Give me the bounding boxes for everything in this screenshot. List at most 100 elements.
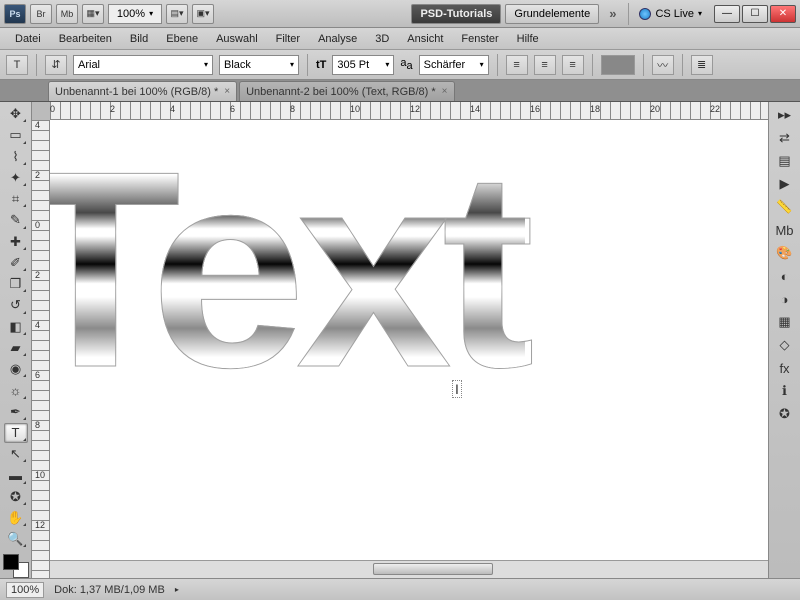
tool-type[interactable]: T (4, 423, 28, 443)
menu-ebene[interactable]: Ebene (157, 30, 207, 48)
character-panel-icon[interactable]: ≣ (691, 55, 713, 75)
color-swatches[interactable] (3, 554, 29, 578)
warp-text-icon[interactable]: 〰 (652, 55, 674, 75)
tool-dodge[interactable]: ☼ (4, 380, 28, 400)
ruler-tick: 22 (710, 104, 720, 114)
document-tab[interactable]: Unbenannt-2 bei 100% (Text, RGB/8) *× (239, 81, 454, 101)
panel-ruler-icon[interactable]: 📏 (773, 196, 797, 218)
ruler-tick: 6 (230, 104, 235, 114)
window-maximize-button[interactable]: ☐ (742, 5, 768, 23)
menu-filter[interactable]: Filter (267, 30, 309, 48)
panel-info-icon[interactable]: ℹ (773, 380, 797, 402)
align-center-icon[interactable]: ≡ (534, 55, 556, 75)
tool-eyedropper[interactable]: ✎ (4, 210, 28, 230)
tool-blur[interactable]: ◉ (4, 359, 28, 379)
panel-swap-icon[interactable]: ⇄ (773, 127, 797, 149)
workspace-more-icon[interactable]: » (603, 6, 622, 21)
menu-fenster[interactable]: Fenster (452, 30, 507, 48)
arrange-icon[interactable]: ▤▾ (166, 4, 188, 24)
menu-hilfe[interactable]: Hilfe (508, 30, 548, 48)
font-size-dropdown[interactable]: 305 Pt▾ (332, 55, 394, 75)
panel-mb-icon[interactable]: Mb (773, 219, 797, 241)
panel-play-icon[interactable]: ▶ (773, 173, 797, 195)
menu-ansicht[interactable]: Ansicht (398, 30, 452, 48)
zoom-level-dropdown[interactable]: 100% (108, 4, 162, 24)
ruler-tick: 4 (170, 104, 175, 114)
panel-mask-icon[interactable]: ◑ (773, 288, 797, 310)
tool-hand[interactable]: ✋ (4, 508, 28, 528)
application-bar: Ps Br Mb ▦▾ 100% ▤▾ ▣▾ PSD-Tutorials Gru… (0, 0, 800, 28)
status-zoom[interactable]: 100% (6, 582, 44, 598)
foreground-swatch[interactable] (3, 554, 19, 570)
document-tab[interactable]: Unbenannt-1 bei 100% (RGB/8) *× (48, 81, 237, 101)
view-extras-icon[interactable]: ▦▾ (82, 4, 104, 24)
cs-live-label: CS Live (655, 8, 694, 20)
cs-live-button[interactable]: CS Live ▾ (635, 8, 706, 20)
minibridge-icon[interactable]: Mb (56, 4, 78, 24)
panel-paths-icon[interactable]: ◇ (773, 334, 797, 356)
window-minimize-button[interactable]: ― (714, 5, 740, 23)
workspace-grundelemente[interactable]: Grundelemente (505, 4, 599, 24)
menu-auswahl[interactable]: Auswahl (207, 30, 267, 48)
menu-bar: DateiBearbeitenBildEbeneAuswahlFilterAna… (0, 28, 800, 50)
tool-stamp[interactable]: ❐ (4, 274, 28, 294)
menu-datei[interactable]: Datei (6, 30, 50, 48)
panel-layers-icon[interactable]: ▤ (773, 150, 797, 172)
tool-brush[interactable]: ✐ (4, 253, 28, 273)
tool-path[interactable]: ↖ (4, 444, 28, 464)
ruler-tick: 8 (35, 420, 40, 430)
menu-bearbeiten[interactable]: Bearbeiten (50, 30, 121, 48)
tool-3d[interactable]: ✪ (4, 487, 28, 507)
workspace-psd-tutorials[interactable]: PSD-Tutorials (411, 4, 501, 24)
status-doc-size[interactable]: Dok: 1,37 MB/1,09 MB (54, 584, 165, 596)
panel-channels-icon[interactable]: ▦ (773, 311, 797, 333)
font-style-dropdown[interactable]: Black▾ (219, 55, 299, 75)
antialias-dropdown[interactable]: Schärfer▾ (419, 55, 489, 75)
window-close-button[interactable]: ✕ (770, 5, 796, 23)
text-cursor-icon: I (452, 380, 462, 398)
expand-panels-icon[interactable]: ▸▸ (773, 104, 797, 126)
tab-close-icon[interactable]: × (224, 86, 230, 97)
document-canvas[interactable]: Text I (50, 120, 768, 560)
tool-wand[interactable]: ✦ (4, 168, 28, 188)
document-tab-strip: Unbenannt-1 bei 100% (RGB/8) *×Unbenannt… (0, 80, 800, 102)
bridge-icon[interactable]: Br (30, 4, 52, 24)
ruler-vertical: 42024681012 (32, 120, 50, 578)
horizontal-scrollbar[interactable] (50, 560, 768, 578)
tool-history[interactable]: ↺ (4, 295, 28, 315)
ruler-tick: 0 (50, 104, 55, 114)
tool-heal[interactable]: ✚ (4, 232, 28, 252)
tool-move[interactable]: ✥ (4, 104, 28, 124)
ps-logo-icon[interactable]: Ps (4, 4, 26, 24)
align-right-icon[interactable]: ≡ (562, 55, 584, 75)
screenmode-icon[interactable]: ▣▾ (192, 4, 214, 24)
text-orientation-icon[interactable]: ⇵ (45, 55, 67, 75)
tool-marquee[interactable]: ▭ (4, 125, 28, 145)
menu-bild[interactable]: Bild (121, 30, 157, 48)
menu-analyse[interactable]: Analyse (309, 30, 366, 48)
menu-3d[interactable]: 3D (366, 30, 398, 48)
ruler-tick: 10 (350, 104, 360, 114)
tool-gradient[interactable]: ▰ (4, 338, 28, 358)
ruler-tick: 14 (470, 104, 480, 114)
status-bar: 100% Dok: 1,37 MB/1,09 MB ▸ (0, 578, 800, 600)
ruler-tick: 10 (35, 470, 45, 480)
tool-crop[interactable]: ⌗ (4, 189, 28, 209)
panel-3d-icon[interactable]: ✪ (773, 403, 797, 425)
tool-pen[interactable]: ✒ (4, 402, 28, 422)
tool-zoom[interactable]: 🔍 (4, 529, 28, 549)
ruler-tick: 4 (35, 320, 40, 330)
scrollbar-thumb[interactable] (373, 563, 493, 575)
panel-palette-icon[interactable]: 🎨 (773, 242, 797, 264)
text-color-swatch[interactable] (601, 55, 635, 75)
tab-close-icon[interactable]: × (442, 86, 448, 97)
tool-preset-icon[interactable]: T (6, 55, 28, 75)
panel-styles-icon[interactable]: fx (773, 357, 797, 379)
font-family-dropdown[interactable]: Arial▾ (73, 55, 213, 75)
panel-adjust-icon[interactable]: ◐ (773, 265, 797, 287)
tool-eraser[interactable]: ◧ (4, 317, 28, 337)
align-left-icon[interactable]: ≡ (506, 55, 528, 75)
zoom-value: 100% (117, 8, 145, 20)
tool-lasso[interactable]: ⌇ (4, 147, 28, 167)
tool-shape[interactable]: ▬ (4, 465, 28, 485)
